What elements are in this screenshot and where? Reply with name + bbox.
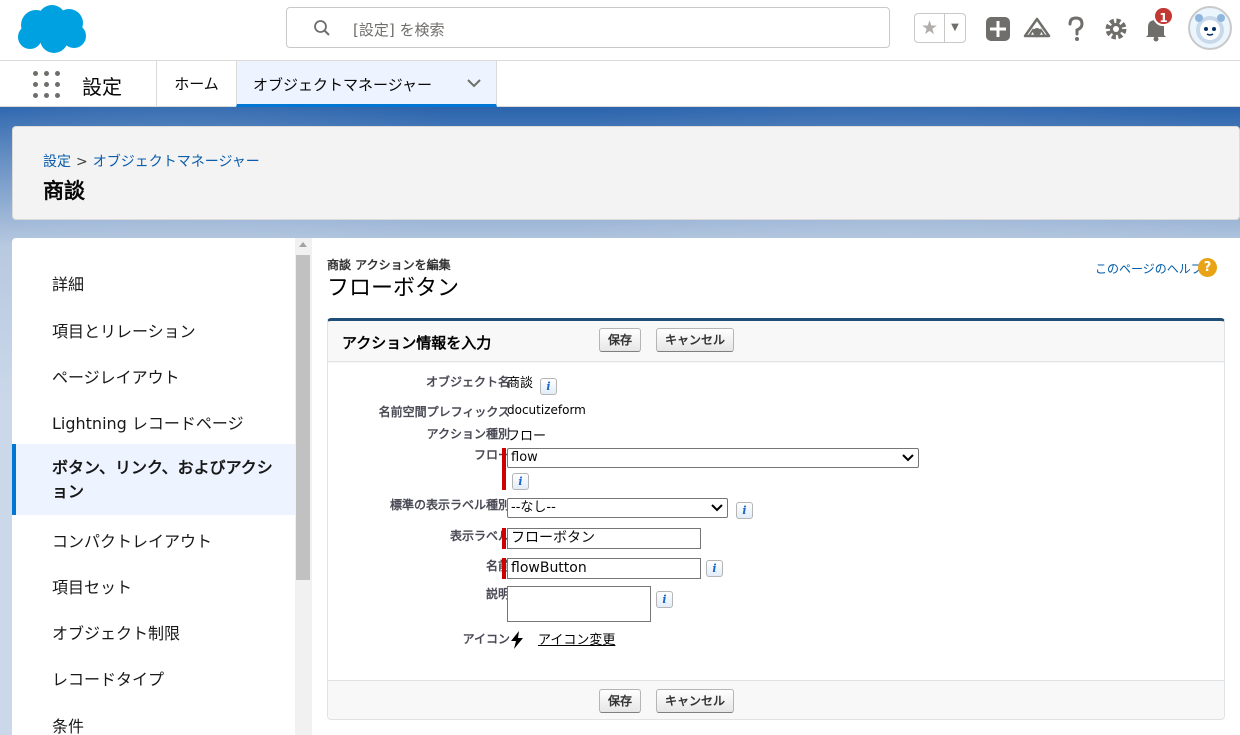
notification-badge: 1 [1153,6,1174,26]
sidebar-scrollbar[interactable] [295,238,312,735]
scroll-up-icon[interactable] [299,242,307,247]
required-marker [502,558,506,579]
flow-info-icon[interactable]: i [512,473,529,490]
description-label: 説明 [485,587,510,601]
sidebar-item-buttons-links-actions[interactable]: ボタン、リンク、およびアクション [12,444,295,515]
sidebar-item-object-limits[interactable]: オブジェクト制限 [12,620,295,644]
object-name-value: 商談 [507,376,534,391]
astro-avatar-icon [1195,14,1225,44]
standard-label-type-info-icon[interactable]: i [736,502,753,519]
search-icon [314,20,330,36]
main-content: 商談 アクションを編集 フローボタン このページのヘルプ ? アクション情報を入… [312,238,1240,735]
global-search[interactable]: [設定] を検索 [286,7,890,48]
chevron-down-icon [711,504,723,512]
action-type-value: フロー [507,429,547,444]
breadcrumb-separator: > [76,154,88,170]
sidebar-item-fields[interactable]: 項目とリレーション [12,318,295,342]
lightning-bolt-icon [511,631,523,649]
sidebar-item-details[interactable]: 詳細 [12,271,295,295]
display-label-label: 表示ラベル [449,529,510,543]
sidebar-item-record-types[interactable]: レコードタイプ [12,666,295,690]
breadcrumb: 設定 > オブジェクトマネージャー [43,151,260,171]
flow-label: フロー [473,448,510,462]
sidebar-item-field-sets[interactable]: 項目セット [12,574,295,598]
namespace-value: docutizeform [507,403,586,417]
action-form-block: アクション情報を入力 保存 キャンセル オブジェクト名 商談 i 名前空間プレフ… [327,318,1225,720]
help-icon[interactable] [1061,14,1091,44]
standard-label-type-select[interactable]: --なし-- [507,498,728,518]
form-footer: 保存 キャンセル [328,680,1224,720]
app-name: 設定 [82,75,122,99]
form-header: アクション情報を入力 保存 キャンセル [328,321,1224,362]
name-input[interactable]: flowButton [507,558,701,579]
required-marker [502,528,506,549]
display-label-input[interactable]: フローボタン [507,528,701,549]
flow-select-value: flow [511,450,538,465]
sidebar-item-page-layouts[interactable]: ページレイアウト [12,364,295,388]
change-icon-link[interactable]: アイコン変更 [538,629,615,648]
global-header: [設定] を検索 ★ ▼ 1 [0,0,1240,60]
description-textarea[interactable] [507,586,651,622]
breadcrumb-object-manager-link[interactable]: オブジェクトマネージャー [93,154,260,170]
action-title: フローボタン [327,276,460,301]
search-placeholder: [設定] を検索 [353,21,445,39]
favorites-control: ★ ▼ [914,13,966,43]
app-launcher-icon[interactable] [33,71,60,98]
page-title: 商談 [43,179,85,203]
tab-object-manager-label: オブジェクトマネージャー [253,76,432,94]
name-info-icon[interactable]: i [706,560,723,577]
salesforce-logo[interactable] [14,3,90,55]
object-name-label: オブジェクト名 [425,375,510,389]
cancel-button-top[interactable]: キャンセル [656,328,735,352]
object-sidebar: 詳細 項目とリレーション ページレイアウト Lightning レコードページ … [12,238,312,735]
tab-object-manager[interactable]: オブジェクトマネージャー [236,61,497,107]
chevron-down-icon [902,454,914,462]
action-type-label: アクション種別 [426,427,510,441]
name-label: 名前 [485,559,510,573]
caret-down-icon[interactable]: ▼ [945,14,965,42]
app-nav-bar: 設定 ホーム オブジェクトマネージャー [0,60,1240,107]
help-question-icon[interactable]: ? [1198,258,1217,277]
sidebar-item-compact-layouts[interactable]: コンパクトレイアウト [12,528,295,552]
sidebar-item-conditions[interactable]: 条件 [12,713,295,735]
form-body: オブジェクト名 商談 i 名前空間プレフィックス docutizeform アク… [328,363,1224,680]
setup-gear-icon[interactable] [1101,14,1131,44]
breadcrumb-setup-link[interactable]: 設定 [43,154,71,170]
standard-label-type-label: 標準の表示ラベル種別 [389,498,510,512]
scrollbar-thumb[interactable] [296,255,310,580]
star-icon[interactable]: ★ [915,14,945,42]
save-button-bottom[interactable]: 保存 [599,689,642,713]
cancel-button-bottom[interactable]: キャンセル [656,689,735,713]
user-avatar[interactable] [1188,6,1232,50]
section-title: アクション情報を入力 [342,334,492,352]
save-button-top[interactable]: 保存 [599,328,642,352]
trailhead-icon[interactable] [1022,14,1052,44]
help-for-page-link[interactable]: このページのヘルプ [1095,260,1203,277]
flow-select[interactable]: flow [507,448,919,468]
tab-home[interactable]: ホーム [157,61,236,107]
description-info-icon[interactable]: i [656,591,673,608]
standard-label-type-value: --なし-- [511,500,556,515]
object-name-info-icon[interactable]: i [540,378,557,395]
namespace-label: 名前空間プレフィックス [378,405,510,419]
global-actions-plus-icon[interactable] [983,14,1013,44]
required-marker [502,448,506,490]
chevron-down-icon[interactable] [466,75,482,91]
icon-label: アイコン [462,632,510,646]
page-header: 設定 > オブジェクトマネージャー 商談 [12,126,1240,220]
sidebar-item-lightning-pages[interactable]: Lightning レコードページ [12,410,295,434]
